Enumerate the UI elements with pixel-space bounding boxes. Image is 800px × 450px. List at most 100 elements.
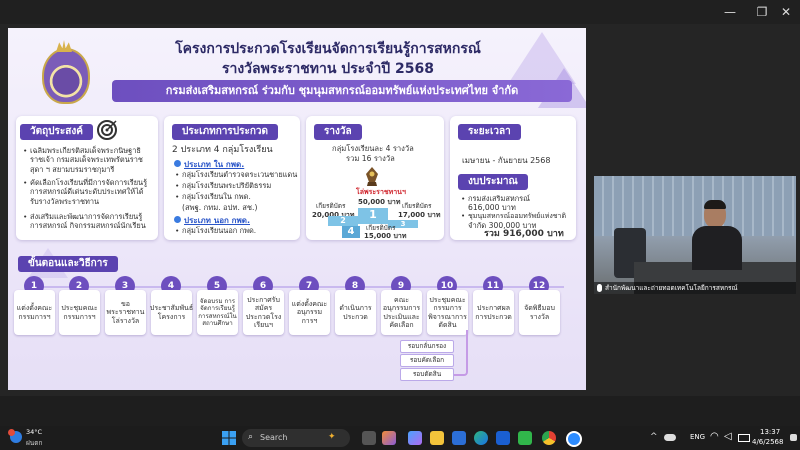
dropbox-icon[interactable] bbox=[496, 431, 510, 445]
person-body bbox=[692, 226, 742, 270]
tray-chevron-icon[interactable]: ^ bbox=[650, 432, 658, 442]
budget-total: รวม 916,000 บาท bbox=[484, 229, 564, 239]
presentation-stage: โครงการประกวดโรงเรียนจัดการเรียนรู้การสห… bbox=[0, 24, 800, 396]
search-box[interactable]: ⌕ Search ✦ bbox=[242, 429, 350, 447]
slide-title: โครงการประกวดโรงเรียนจัดการเรียนรู้การสห… bbox=[175, 41, 481, 57]
step-card: ประชาสัมพันธ์โครงการ bbox=[150, 290, 193, 335]
budget-item: ชุมนุมสหกรณ์ออมทรัพย์แห่งชาติ bbox=[461, 212, 576, 222]
third-label: เกียรติบัตร bbox=[402, 202, 432, 210]
wifi-icon[interactable]: ◠ bbox=[710, 431, 719, 442]
task-view-icon[interactable] bbox=[362, 431, 376, 445]
person-hair bbox=[704, 200, 726, 209]
objective-heading: วัตถุประสงค์ bbox=[20, 124, 93, 140]
close-button[interactable]: ✕ bbox=[772, 2, 800, 22]
fourth-prize: 15,000 บาท bbox=[364, 232, 407, 240]
chrome-icon[interactable] bbox=[542, 431, 556, 445]
budget-item: กรมส่งเสริมสหกรณ์ bbox=[461, 194, 530, 204]
categories-summary: 2 ประเภท 4 กลุ่มโรงเรียน bbox=[172, 145, 273, 155]
award-card: รางวัล กลุ่มโรงเรียนละ 4 รางวัล รวม 16 ร… bbox=[306, 116, 444, 240]
podium-second: 2 bbox=[328, 216, 358, 226]
objective-item: ส่งเสริมและพัฒนาการจัดการเรียนรู้การสหกร… bbox=[23, 212, 152, 231]
budget-item-amount: 616,000 บาท bbox=[468, 203, 516, 212]
line-icon[interactable] bbox=[518, 431, 532, 445]
store-icon[interactable] bbox=[452, 431, 466, 445]
battery-icon[interactable] bbox=[738, 434, 750, 442]
step-card: ประชุมคณะกรรมการพิจารณาการตัดสิน bbox=[427, 290, 468, 335]
period-value: เมษายน - กันยายน 2568 bbox=[462, 156, 551, 165]
window-titlebar: — ❐ ✕ bbox=[0, 0, 800, 24]
search-placeholder: Search bbox=[260, 433, 288, 442]
period-heading: ระยะเวลา bbox=[458, 124, 521, 140]
steps-heading: ขั้นตอนและวิธีการ bbox=[18, 256, 118, 272]
participant-video[interactable]: สำนักพัฒนาและถ่ายทอดเทคโนโลยีการสหกรณ์ bbox=[594, 176, 796, 294]
trophy-label: โล่พระราชทานฯ bbox=[356, 188, 406, 196]
slide-subtitle: รางวัลพระราชทาน ประจำปี 2568 bbox=[221, 61, 435, 77]
step-card: คณะอนุกรรมการประเมินและคัดเลือก bbox=[381, 290, 422, 335]
type-a-item: กลุ่มโรงเรียนพระปริยัติธรรม bbox=[175, 181, 271, 191]
search-highlight-icon: ✦ bbox=[328, 432, 336, 442]
weather-badge[interactable] bbox=[8, 429, 26, 447]
podium-fourth: 4 bbox=[342, 226, 360, 238]
third-prize: 17,000 บาท bbox=[398, 211, 441, 219]
sub-step: รอบตัดสิน bbox=[400, 368, 454, 381]
clock-time[interactable]: 13:37 bbox=[760, 428, 780, 436]
shared-slide: โครงการประกวดโรงเรียนจัดการเรียนรู้การสห… bbox=[8, 28, 586, 390]
minimize-button[interactable]: — bbox=[716, 2, 744, 22]
objective-card: วัตถุประสงค์ เฉลิมพระเกียรติสมเด็จพระกนิ… bbox=[16, 116, 158, 240]
step-card: ขอพระราชทานโล่รางวัล bbox=[105, 290, 146, 335]
notification-icon[interactable] bbox=[790, 434, 797, 441]
objective-item: คัดเลือกโรงเรียนที่มีการจัดการเรียนรู้กา… bbox=[23, 178, 152, 206]
step-card: แต่งตั้งคณะอนุกรรมการฯ bbox=[289, 290, 330, 335]
bullet-dot-icon bbox=[174, 160, 181, 167]
zoom-icon[interactable] bbox=[566, 431, 582, 447]
onedrive-icon[interactable] bbox=[664, 434, 676, 441]
mic-icon bbox=[597, 284, 602, 292]
sub-step-bracket bbox=[454, 330, 468, 376]
camera-caption: สำนักพัฒนาและถ่ายทอดเทคโนโลยีการสหกรณ์ bbox=[605, 284, 738, 292]
objective-item: เฉลิมพระเกียรติสมเด็จพระกนิษฐาธิราชเจ้า … bbox=[23, 146, 152, 174]
weather-alert-icon bbox=[8, 429, 15, 436]
clock-date[interactable]: 4/6/2568 bbox=[752, 438, 783, 446]
step-card: ประชุมคณะกรรมการฯ bbox=[59, 290, 100, 335]
copilot-icon[interactable] bbox=[408, 431, 422, 445]
second-label: เกียรติบัตร bbox=[316, 202, 346, 210]
period-budget-card: ระยะเวลา เมษายน - กันยายน 2568 งบประมาณ … bbox=[450, 116, 576, 240]
windows-icon bbox=[222, 431, 236, 445]
sub-step: รอบคัดเลือก bbox=[400, 354, 454, 367]
sub-step: รอบกลั่นกรอง bbox=[400, 340, 454, 353]
award-line-2: รวม 16 รางวัล bbox=[346, 154, 395, 163]
step-card: จัดอบรม การจัดการเรียนรู้การสหกรณ์ในสถาน… bbox=[197, 290, 238, 335]
award-line-1: กลุ่มโรงเรียนละ 4 รางวัล bbox=[332, 144, 414, 153]
budget-heading: งบประมาณ bbox=[458, 174, 528, 190]
categories-heading: ประเภทการประกวด bbox=[172, 124, 278, 140]
target-icon bbox=[97, 120, 117, 140]
type-a-item-note: (สพฐ. กทม. อปท. สช.) bbox=[182, 203, 258, 212]
weather-text: ฝนตก bbox=[26, 439, 43, 447]
organization-seal-icon bbox=[42, 48, 90, 104]
step-card: แต่งตั้งคณะกรรมการฯ bbox=[14, 290, 55, 335]
bullet-dot-icon bbox=[174, 216, 181, 223]
type-a-item: กลุ่มโรงเรียนตำรวจตระเวนชายแดน bbox=[175, 170, 297, 180]
trophy-icon bbox=[366, 167, 378, 186]
type-a-item: กลุ่มโรงเรียนใน กพด. bbox=[175, 192, 251, 202]
first-prize: 50,000 บาท bbox=[358, 198, 401, 206]
search-icon: ⌕ bbox=[248, 432, 254, 442]
language-indicator[interactable]: ENG bbox=[690, 433, 705, 441]
categories-card: ประเภทการประกวด 2 ประเภท 4 กลุ่มโรงเรียน… bbox=[164, 116, 300, 240]
step-card: ประกาศผลการประกวด bbox=[473, 290, 514, 335]
award-heading: รางวัล bbox=[314, 124, 362, 140]
widget-icon[interactable] bbox=[382, 431, 396, 445]
start-button[interactable] bbox=[222, 431, 236, 445]
taskbar: 34°C ฝนตก ⌕ Search ✦ ^ ENG ◠ ◁ 13:37 4/6… bbox=[0, 426, 800, 450]
step-card: ดำเนินการประกวด bbox=[335, 290, 376, 335]
window-blinds bbox=[594, 176, 796, 236]
type-b-item: กลุ่มโรงเรียนนอก กพด. bbox=[175, 226, 256, 236]
weather-temp: 34°C bbox=[26, 428, 43, 436]
file-explorer-icon[interactable] bbox=[430, 431, 444, 445]
step-card: จัดพิธีมอบรางวัล bbox=[519, 290, 560, 335]
crown-icon bbox=[56, 40, 72, 52]
volume-icon[interactable]: ◁ bbox=[724, 431, 732, 442]
podium-first: 1 bbox=[358, 208, 388, 224]
edge-icon[interactable] bbox=[474, 431, 488, 445]
step-card: ประกาศรับสมัครประกวดโรงเรียนฯ bbox=[243, 290, 284, 335]
